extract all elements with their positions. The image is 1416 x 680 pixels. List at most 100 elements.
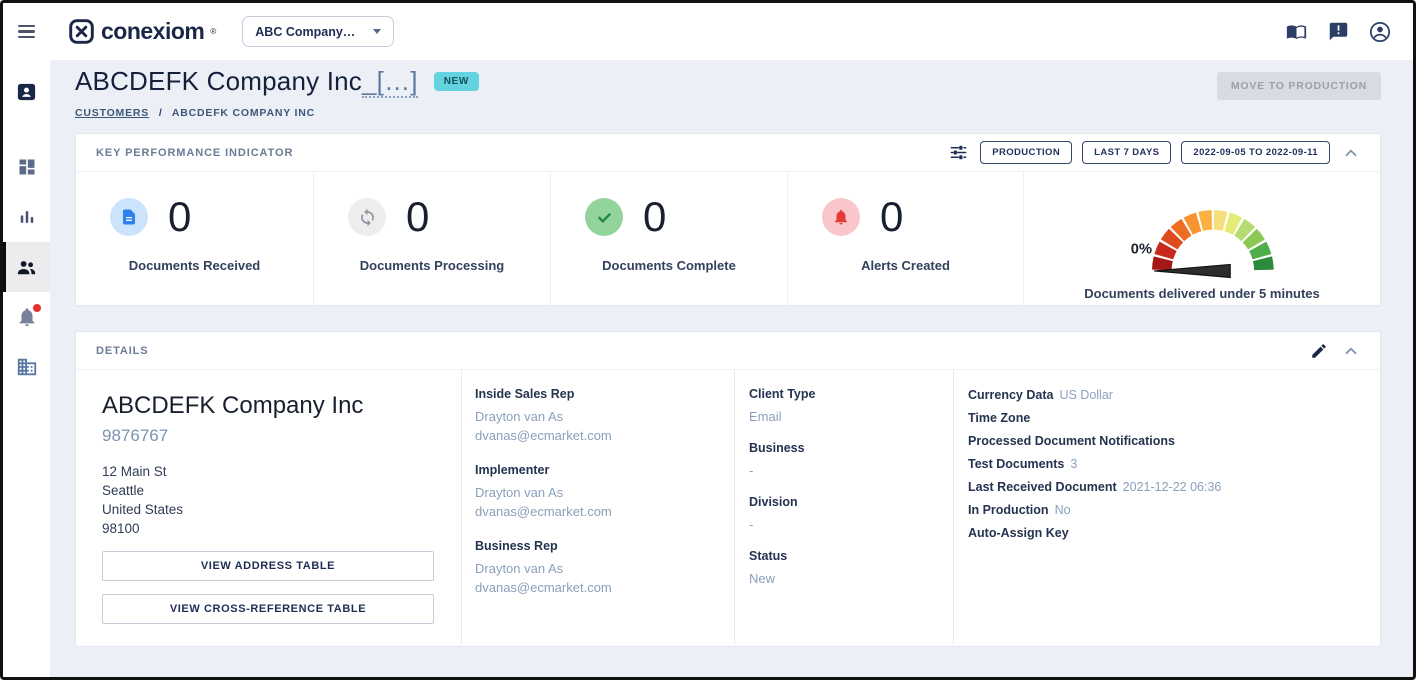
- top-bar-actions: [1285, 21, 1413, 43]
- business-rep-group: Business Rep Drayton van As dvanas@ecmar…: [475, 539, 724, 597]
- meta-label: Test Documents: [968, 457, 1064, 471]
- delivery-gauge-card: 0% Documents delivered under 5 minutes: [1023, 172, 1380, 305]
- check-icon: [585, 198, 623, 236]
- breadcrumb-current: ABCDEFK COMPANY INC: [172, 107, 315, 119]
- svg-text:0%: 0%: [1131, 242, 1152, 258]
- rep-role-label: Implementer: [475, 463, 724, 477]
- hamburger-menu-button[interactable]: [3, 25, 50, 38]
- kpi-filter-dates-button[interactable]: 2022-09-05 TO 2022-09-11: [1181, 141, 1330, 164]
- status-field: Status New: [749, 549, 943, 588]
- view-cross-reference-table-button[interactable]: VIEW CROSS-REFERENCE TABLE: [102, 594, 434, 624]
- details-collapse-button[interactable]: [1340, 340, 1362, 362]
- title-truncation-link[interactable]: _[…]: [362, 66, 418, 98]
- edit-details-button[interactable]: [1308, 340, 1330, 362]
- trademark-mark: ®: [210, 27, 216, 36]
- sidebar-item-customers[interactable]: [3, 242, 50, 292]
- field-value: Email: [749, 407, 943, 426]
- rep-email: dvanas@ecmarket.com: [475, 502, 724, 521]
- meta-value: 2021-12-22 06:36: [1123, 480, 1222, 494]
- hamburger-icon: [18, 25, 35, 38]
- meta-label: Currency Data: [968, 388, 1053, 402]
- chevron-up-icon: [1342, 342, 1360, 360]
- kpi-panel-title: KEY PERFORMANCE INDICATOR: [96, 147, 293, 159]
- sidebar-item-alerts[interactable]: [3, 292, 50, 342]
- company-address: 12 Main St Seattle United States 98100: [102, 462, 434, 538]
- address-line: Seattle: [102, 481, 434, 500]
- details-panel-header: DETAILS: [76, 332, 1380, 370]
- details-body: ABCDEFK Company Inc 9876767 12 Main St S…: [76, 370, 1380, 646]
- company-name: ABCDEFK Company Inc: [102, 392, 434, 420]
- alerts-created-label: Alerts Created: [788, 258, 1023, 273]
- gauge-label: Documents delivered under 5 minutes: [1084, 286, 1320, 301]
- kpi-filter-range-button[interactable]: LAST 7 DAYS: [1082, 141, 1171, 164]
- feedback-icon[interactable]: [1327, 21, 1349, 43]
- auto-assign-key-row: Auto-Assign Key: [968, 525, 1370, 542]
- stat-card-documents-received: 0 Documents Received: [76, 172, 313, 305]
- stat-card-documents-complete: 0 Documents Complete: [550, 172, 787, 305]
- dashboard-icon: [17, 157, 37, 177]
- field-value: -: [749, 461, 943, 480]
- address-line: United States: [102, 500, 434, 519]
- reps-column: Inside Sales Rep Drayton van As dvanas@e…: [461, 370, 734, 644]
- rep-name: Drayton van As: [475, 407, 724, 426]
- sidebar-item-dashboard[interactable]: [3, 142, 50, 192]
- sidebar-item-reports[interactable]: [3, 192, 50, 242]
- docs-book-icon[interactable]: [1285, 21, 1307, 43]
- kpi-panel: KEY PERFORMANCE INDICATOR PRODUCTION LAS…: [75, 133, 1381, 306]
- alert-bell-icon: [822, 198, 860, 236]
- breadcrumb: CUSTOMERS / ABCDEFK COMPANY INC: [75, 107, 1381, 119]
- view-address-table-button[interactable]: VIEW ADDRESS TABLE: [102, 551, 434, 581]
- details-panel-title: DETAILS: [96, 345, 149, 357]
- meta-label: Last Received Document: [968, 480, 1117, 494]
- implementer-group: Implementer Drayton van As dvanas@ecmark…: [475, 463, 724, 521]
- sync-icon: [348, 198, 386, 236]
- rep-name: Drayton van As: [475, 559, 724, 578]
- client-type-field: Client Type Email: [749, 387, 943, 426]
- address-line: 12 Main St: [102, 462, 434, 481]
- division-field: Division -: [749, 495, 943, 534]
- rep-email: dvanas@ecmarket.com: [475, 578, 724, 597]
- documents-received-label: Documents Received: [76, 258, 313, 273]
- documents-received-value: 0: [168, 196, 191, 238]
- meta-label: Auto-Assign Key: [968, 526, 1069, 540]
- company-column: ABCDEFK Company Inc 9876767 12 Main St S…: [76, 370, 461, 644]
- business-field: Business -: [749, 441, 943, 480]
- brand-wordmark: conexiom: [101, 18, 204, 45]
- page-title: ABCDEFK Company Inc_[…]: [75, 66, 418, 97]
- account-icon[interactable]: [1369, 21, 1391, 43]
- organization-dropdown[interactable]: ABC Company…: [242, 16, 394, 47]
- test-documents-row: Test Documents 3: [968, 456, 1370, 473]
- documents-complete-label: Documents Complete: [551, 258, 787, 273]
- company-id: 9876767: [102, 426, 434, 446]
- meta-value: No: [1055, 503, 1071, 517]
- breadcrumb-customers-link[interactable]: CUSTOMERS: [75, 107, 149, 119]
- pencil-icon: [1310, 342, 1328, 360]
- meta-label: In Production: [968, 503, 1049, 517]
- meta-value: 3: [1070, 457, 1077, 471]
- documents-processing-value: 0: [406, 196, 429, 238]
- app-window: conexiom ® ABC Company…: [0, 0, 1416, 680]
- breadcrumb-separator: /: [159, 107, 163, 119]
- sidebar-item-company[interactable]: [3, 342, 50, 392]
- kpi-filter-settings-button[interactable]: [947, 141, 970, 164]
- organization-dropdown-value: ABC Company…: [255, 25, 355, 39]
- details-panel: DETAILS ABCDEFK Compa: [75, 331, 1381, 647]
- main-content: ABCDEFK Company Inc_[…] NEW MOVE TO PROD…: [50, 60, 1413, 677]
- rep-email: dvanas@ecmarket.com: [475, 426, 724, 445]
- field-label: Business: [749, 441, 943, 455]
- rep-role-label: Business Rep: [475, 539, 724, 553]
- kpi-filter-environment-button[interactable]: PRODUCTION: [980, 141, 1072, 164]
- chevron-down-icon: [373, 29, 381, 34]
- sidebar-item-badge[interactable]: [3, 66, 50, 116]
- tune-icon: [949, 143, 968, 162]
- rep-role-label: Inside Sales Rep: [475, 387, 724, 401]
- fields-column: Client Type Email Business - Division - …: [734, 370, 953, 644]
- conexiom-logo: conexiom ®: [68, 18, 216, 45]
- meta-column: Currency DataUS Dollar Time Zone Process…: [953, 370, 1380, 644]
- in-production-row: In Production No: [968, 502, 1370, 519]
- move-to-production-button[interactable]: MOVE TO PRODUCTION: [1217, 72, 1381, 100]
- status-badge-new: NEW: [434, 72, 479, 91]
- inside-sales-rep-group: Inside Sales Rep Drayton van As dvanas@e…: [475, 387, 724, 445]
- kpi-collapse-button[interactable]: [1340, 142, 1362, 164]
- field-value: New: [749, 569, 943, 588]
